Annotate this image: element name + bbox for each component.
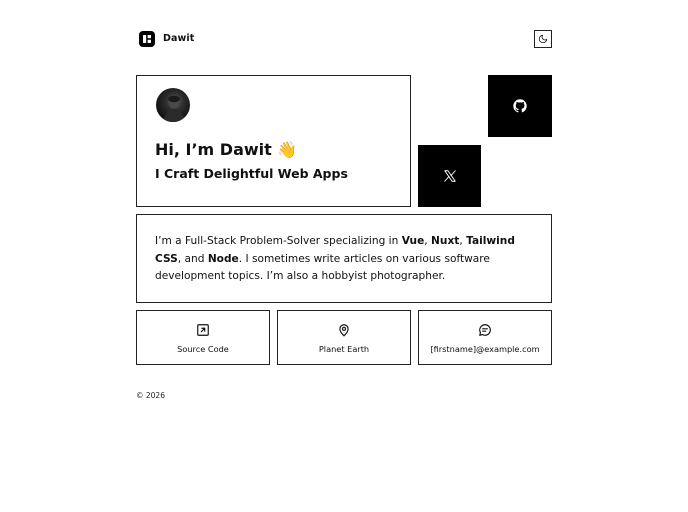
github-link[interactable] bbox=[488, 75, 552, 137]
tech-vue: Vue bbox=[401, 235, 425, 247]
about-separator: , and bbox=[177, 252, 208, 265]
about-text: I’m a Full-Stack Problem-Solver speciali… bbox=[136, 214, 552, 303]
email-label: [firstname]@example.com bbox=[430, 344, 540, 354]
email-card[interactable]: [firstname]@example.com bbox=[418, 310, 552, 365]
about-intro: I’m a Full-Stack Problem-Solver speciali… bbox=[155, 235, 402, 247]
source-code-card[interactable]: Source Code bbox=[136, 310, 270, 365]
layout-grid-icon bbox=[143, 35, 151, 43]
tech-nuxt: Nuxt bbox=[431, 235, 460, 247]
location-label: Planet Earth bbox=[318, 344, 370, 354]
copyright: © 2026 bbox=[136, 391, 165, 400]
theme-toggle-button[interactable] bbox=[534, 30, 552, 48]
hero-title: Hi, I’m Dawit 👋 bbox=[155, 140, 298, 159]
location-card[interactable]: Planet Earth bbox=[277, 310, 411, 365]
avatar bbox=[156, 88, 190, 122]
site-name[interactable]: Dawit bbox=[163, 33, 194, 44]
x-twitter-link[interactable] bbox=[418, 145, 481, 207]
github-icon bbox=[513, 99, 527, 113]
source-code-label: Source Code bbox=[177, 344, 229, 354]
site-logo[interactable] bbox=[139, 31, 155, 47]
x-twitter-icon bbox=[443, 170, 456, 182]
moon-icon bbox=[538, 34, 548, 44]
map-pin-icon bbox=[339, 324, 349, 337]
chat-bubble-icon bbox=[479, 324, 491, 336]
external-link-icon bbox=[197, 324, 209, 336]
hero-subtitle: I Craft Delightful Web Apps bbox=[155, 166, 348, 181]
tech-node: Node bbox=[207, 252, 239, 265]
hero-card: Hi, I’m Dawit 👋 I Craft Delightful Web A… bbox=[136, 75, 411, 207]
